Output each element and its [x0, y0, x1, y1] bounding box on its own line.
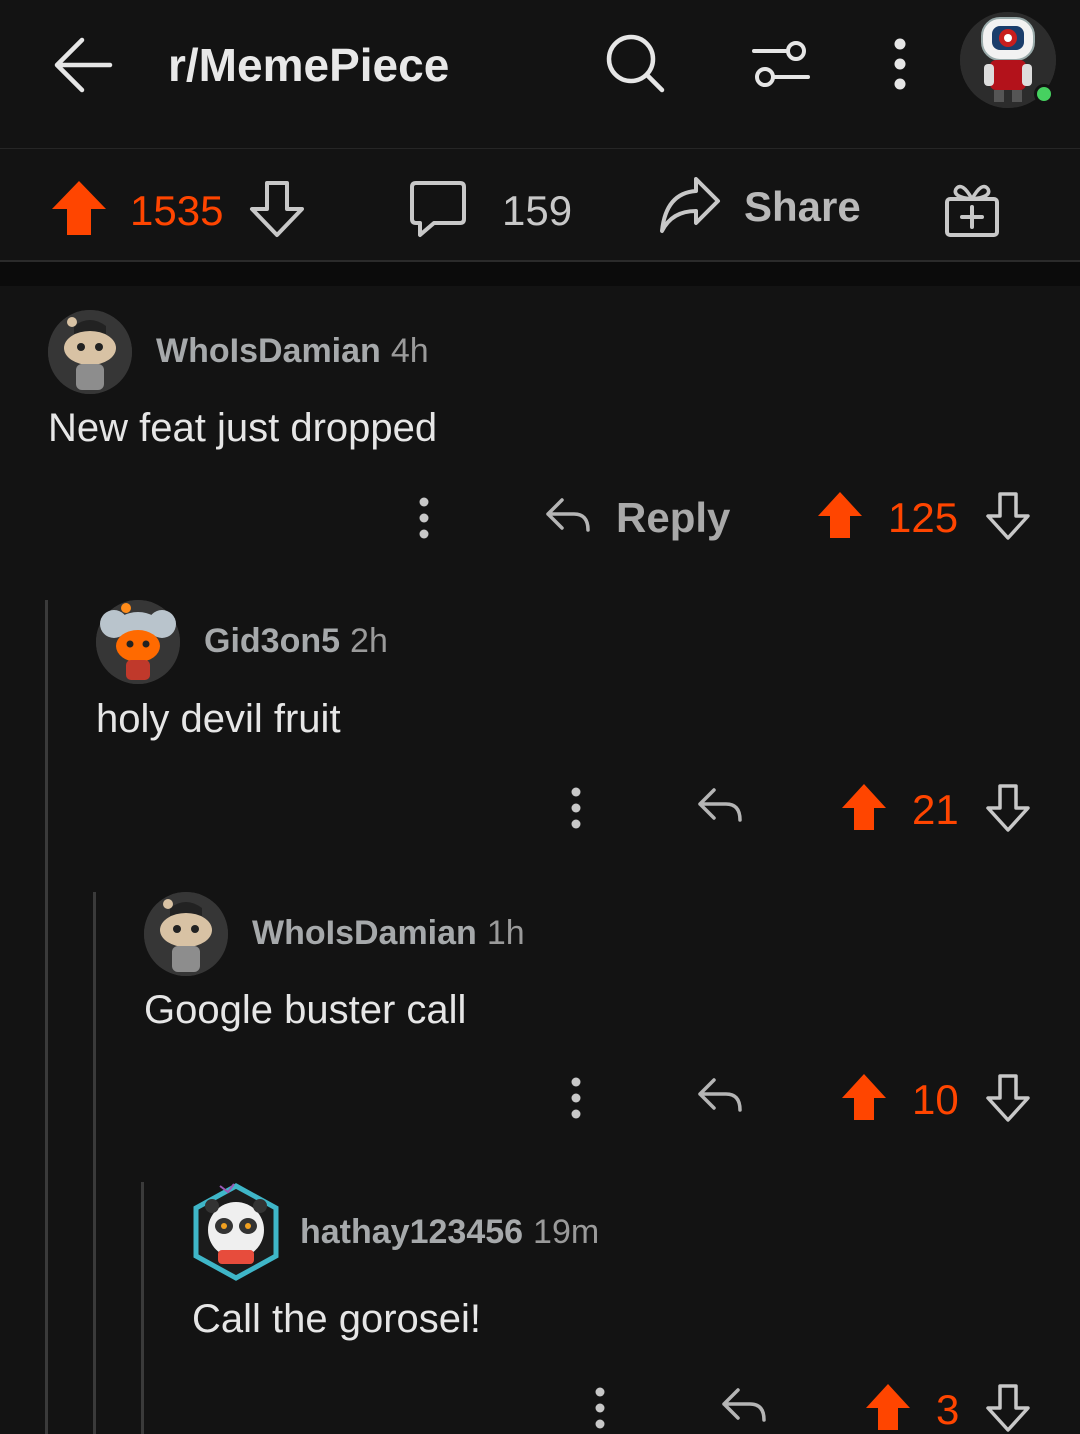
- post-action-bar: 1535 159 Share: [0, 148, 1080, 262]
- downvote-icon[interactable]: [984, 782, 1032, 834]
- downvote-icon[interactable]: [984, 490, 1032, 542]
- upvote-filled-icon[interactable]: [840, 782, 888, 832]
- timestamp: 19m: [533, 1213, 600, 1251]
- timestamp: 2h: [350, 622, 388, 660]
- reply-button[interactable]: Reply: [616, 494, 730, 542]
- search-icon[interactable]: [604, 32, 666, 94]
- avatar[interactable]: [190, 1182, 282, 1282]
- avatar[interactable]: [96, 600, 180, 684]
- snoo-avatar-icon: [144, 892, 228, 976]
- sliders-icon[interactable]: [750, 36, 812, 92]
- post-upvote-count: 1535: [130, 187, 224, 234]
- thread-line-level-1[interactable]: [45, 600, 48, 1434]
- upvote-filled-icon[interactable]: [816, 490, 864, 540]
- reply-arrow-icon[interactable]: [720, 1386, 768, 1426]
- vertical-dots-icon[interactable]: [890, 36, 910, 92]
- subreddit-title[interactable]: r/MemePiece: [168, 38, 449, 92]
- comment-body: Call the gorosei!: [192, 1297, 482, 1341]
- reply-arrow-icon[interactable]: [696, 786, 744, 826]
- comment-body: Google buster call: [144, 988, 467, 1032]
- snoo-avatar-icon: [48, 310, 132, 394]
- vote-count: 21: [912, 786, 959, 833]
- vertical-dots-icon[interactable]: [414, 496, 434, 540]
- vote-count: 3: [936, 1386, 960, 1433]
- avatar[interactable]: [144, 892, 228, 976]
- username[interactable]: hathay123456: [300, 1213, 523, 1251]
- reply-arrow-icon[interactable]: [696, 1076, 744, 1116]
- share-label[interactable]: Share: [744, 183, 861, 231]
- gift-icon[interactable]: [942, 179, 1002, 239]
- comment-author[interactable]: WhoIsDamian 1h: [252, 914, 525, 953]
- username[interactable]: WhoIsDamian: [156, 332, 381, 370]
- vertical-dots-icon[interactable]: [566, 786, 586, 830]
- vote-count: 10: [912, 1076, 959, 1123]
- username[interactable]: Gid3on5: [204, 622, 340, 660]
- panda-nft-avatar-icon: [193, 1183, 279, 1281]
- upvote-filled-icon[interactable]: [864, 1382, 912, 1432]
- downvote-icon[interactable]: [984, 1072, 1032, 1124]
- comment-author[interactable]: Gid3on5 2h: [204, 622, 388, 661]
- thread-line-level-2[interactable]: [93, 892, 96, 1434]
- downvote-icon[interactable]: [984, 1382, 1032, 1434]
- timestamp: 1h: [486, 914, 525, 952]
- upvote-filled-icon[interactable]: [840, 1072, 888, 1122]
- top-bar: r/MemePiece: [0, 0, 1080, 148]
- comment-author[interactable]: WhoIsDamian 4h: [156, 332, 429, 371]
- section-divider: [0, 262, 1080, 286]
- reply-arrow-icon[interactable]: [544, 496, 592, 536]
- vote-count: 125: [888, 494, 959, 541]
- timestamp: 4h: [390, 332, 429, 370]
- comment-count: 159: [502, 187, 573, 234]
- avatar[interactable]: [48, 310, 132, 394]
- comment-body: holy devil fruit: [96, 697, 341, 741]
- arrow-left-icon[interactable]: [52, 34, 114, 96]
- snoo-avatar-icon: [96, 600, 180, 684]
- thread-line-level-3[interactable]: [141, 1182, 144, 1434]
- downvote-icon[interactable]: [248, 179, 306, 239]
- upvote-filled-icon[interactable]: [50, 179, 108, 237]
- online-status-dot: [1034, 84, 1054, 104]
- vertical-dots-icon[interactable]: [590, 1386, 610, 1430]
- username[interactable]: WhoIsDamian: [252, 914, 477, 952]
- vertical-dots-icon[interactable]: [566, 1076, 586, 1120]
- comment-icon[interactable]: [408, 179, 468, 239]
- comment-author[interactable]: hathay123456 19m: [300, 1213, 599, 1252]
- share-icon[interactable]: [658, 175, 722, 237]
- comment-body: New feat just dropped: [48, 406, 438, 450]
